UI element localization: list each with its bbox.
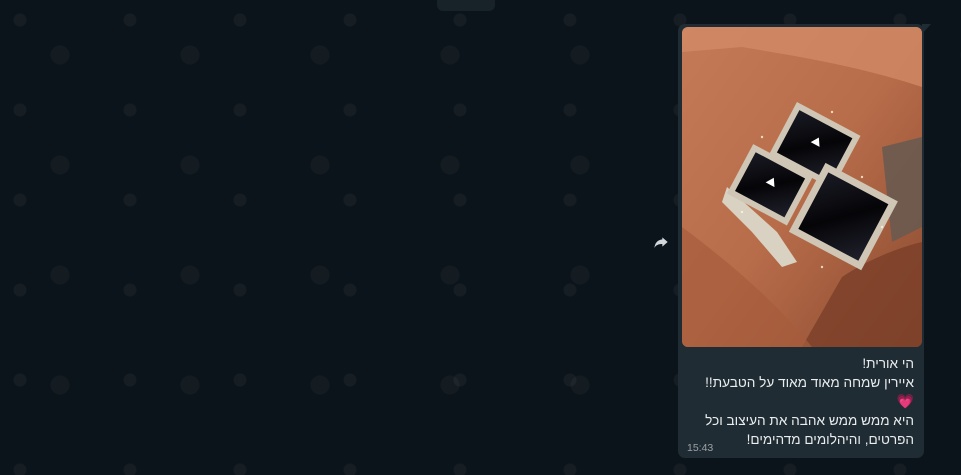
message-bubble[interactable]: הי אורית! איירין שמחה מאוד מאוד על הטבעת… [678,24,924,458]
bubble-tail [922,24,931,34]
scroll-indicator [437,0,495,11]
heart-emoji: 💗 [896,393,914,409]
message-text: הי אורית! איירין שמחה מאוד מאוד על הטבעת… [686,354,914,449]
forward-button[interactable] [647,228,674,255]
chat-background: הי אורית! איירין שמחה מאוד מאוד על הטבעת… [0,0,961,475]
ring-photo[interactable] [682,27,922,347]
message-line: הי אורית! [862,356,914,371]
message-timestamp: 15:43 [687,442,714,454]
message-line: איירין שמחה מאוד מאוד על הטבעת!! [705,375,914,390]
message-line: הפרטים, והיהלומים מדהימים! [746,432,914,447]
message-line: היא ממש ממש אהבה את העיצוב וכל [705,413,914,428]
forward-arrow-icon [653,236,668,248]
